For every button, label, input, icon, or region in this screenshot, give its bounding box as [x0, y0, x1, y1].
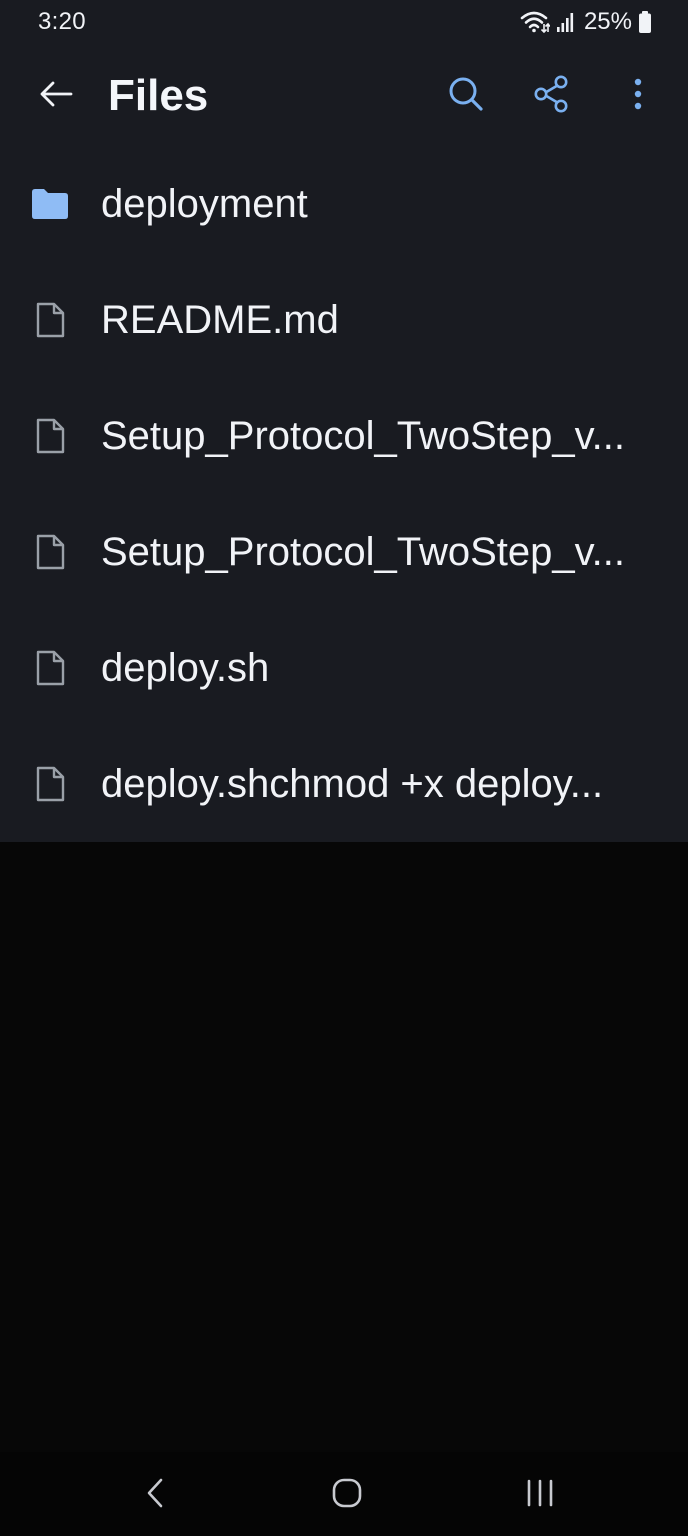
file-icon — [30, 532, 70, 572]
status-time: 3:20 — [38, 8, 86, 35]
file-item[interactable]: README.md — [0, 262, 688, 378]
battery-icon — [638, 10, 652, 34]
folder-icon — [30, 184, 70, 224]
status-bar: 3:20 25% — [0, 0, 688, 44]
nav-recents-icon — [525, 1478, 555, 1513]
app-bar: Files — [0, 50, 688, 142]
battery-percent: 25% — [583, 8, 632, 35]
more-vert-icon — [633, 77, 643, 116]
share-icon — [533, 75, 569, 118]
arrow-left-icon — [39, 81, 73, 112]
nav-back-icon — [145, 1477, 165, 1514]
nav-recents-button[interactable] — [510, 1470, 570, 1520]
file-list: deployment README.md Setup_Protocol_TwoS… — [0, 146, 688, 842]
signal-icon — [556, 11, 576, 33]
file-item[interactable]: deploy.shchmod +x deploy... — [0, 726, 688, 842]
status-icons: 25% — [520, 7, 652, 37]
file-name: Setup_Protocol_TwoStep_v... — [101, 414, 626, 458]
system-nav-bar — [0, 1452, 688, 1536]
page-title: Files — [108, 71, 209, 120]
file-name: deployment — [101, 182, 308, 226]
file-item[interactable]: deploy.sh — [0, 610, 688, 726]
file-item[interactable]: Setup_Protocol_TwoStep_v... — [0, 378, 688, 494]
files-screen: 3:20 25% Files deployment README.md Setu… — [0, 0, 688, 842]
file-name: deploy.sh — [101, 646, 270, 690]
share-button[interactable] — [523, 70, 579, 122]
file-icon — [30, 648, 70, 688]
folder-item[interactable]: deployment — [0, 146, 688, 262]
file-name: deploy.shchmod +x deploy... — [101, 762, 604, 806]
search-icon — [448, 76, 484, 117]
nav-home-icon — [332, 1478, 362, 1513]
back-button[interactable] — [28, 70, 84, 122]
wifi-icon — [520, 10, 550, 34]
search-button[interactable] — [438, 70, 494, 122]
nav-back-button[interactable] — [125, 1470, 185, 1520]
file-icon — [30, 416, 70, 456]
file-item[interactable]: Setup_Protocol_TwoStep_v... — [0, 494, 688, 610]
file-name: README.md — [101, 298, 339, 342]
file-name: Setup_Protocol_TwoStep_v... — [101, 530, 626, 574]
nav-home-button[interactable] — [317, 1470, 377, 1520]
file-icon — [30, 764, 70, 804]
file-icon — [30, 300, 70, 340]
more-options-button[interactable] — [610, 70, 666, 122]
